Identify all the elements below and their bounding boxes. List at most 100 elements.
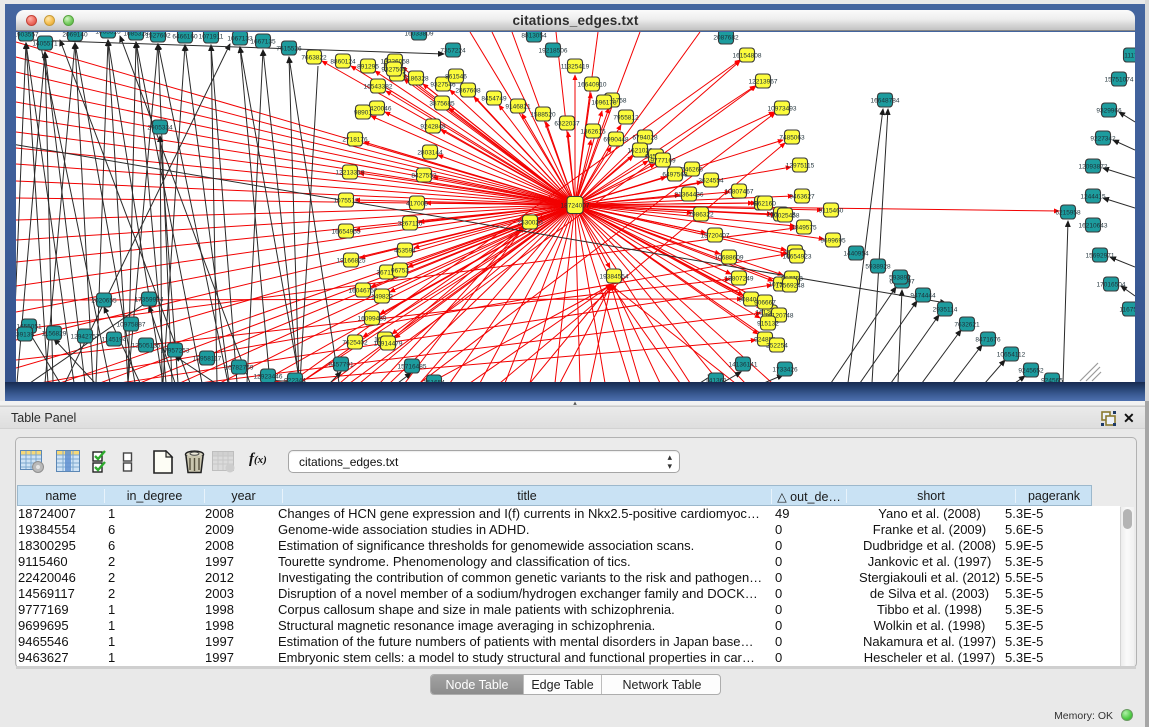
- svg-text:9474444: 9474444: [910, 292, 936, 299]
- svg-text:18807249: 18807249: [725, 275, 754, 282]
- svg-text:1096178: 1096178: [591, 99, 617, 106]
- svg-text:1588520: 1588520: [530, 111, 556, 118]
- svg-text:12942757: 12942757: [71, 333, 100, 340]
- svg-text:16654923: 16654923: [783, 253, 812, 260]
- svg-text:6990448: 6990448: [603, 136, 629, 143]
- svg-text:14136141: 14136141: [729, 361, 758, 368]
- svg-text:8186328: 8186328: [403, 75, 429, 82]
- svg-text:1075512: 1075512: [333, 197, 359, 204]
- svg-text:7357224: 7357224: [440, 47, 466, 54]
- svg-text:16154808: 16154808: [733, 52, 762, 59]
- svg-text:12213967: 12213967: [749, 78, 778, 85]
- svg-text:16210643: 16210643: [1079, 222, 1108, 229]
- svg-text:2020655: 2020655: [91, 297, 117, 304]
- svg-text:16543382: 16543382: [364, 83, 393, 90]
- svg-text:10654112: 10654112: [997, 351, 1026, 358]
- svg-text:2905334: 2905334: [147, 124, 173, 131]
- svg-text:11325419: 11325419: [561, 63, 590, 70]
- svg-text:9242848: 9242848: [420, 123, 446, 130]
- svg-text:8471676: 8471676: [975, 336, 1001, 343]
- svg-text:7663822: 7663822: [301, 54, 327, 61]
- svg-text:1156829: 1156829: [42, 330, 67, 337]
- svg-text:1849575: 1849575: [791, 224, 817, 231]
- svg-text:417006: 417006: [406, 200, 428, 207]
- svg-text:891295: 891295: [357, 63, 379, 70]
- svg-text:6215958: 6215958: [1055, 209, 1081, 216]
- svg-text:9227342: 9227342: [1090, 135, 1116, 142]
- svg-text:1244415: 1244415: [1080, 193, 1106, 200]
- svg-text:1405571: 1405571: [32, 40, 58, 47]
- svg-text:9329966: 9329966: [1096, 107, 1122, 114]
- svg-text:9115460: 9115460: [819, 207, 844, 214]
- svg-text:9327505: 9327505: [381, 66, 407, 73]
- svg-text:19218506: 19218506: [539, 47, 568, 54]
- svg-text:7515526: 7515526: [276, 45, 302, 52]
- svg-text:2069140: 2069140: [62, 32, 88, 38]
- svg-text:922344: 922344: [284, 377, 306, 382]
- svg-text:2803144: 2803144: [417, 149, 443, 156]
- svg-text:9777169: 9777169: [650, 157, 676, 164]
- svg-text:16654955: 16654955: [332, 228, 361, 235]
- svg-text:15692971: 15692971: [1086, 252, 1115, 259]
- svg-text:1067133: 1067133: [227, 35, 253, 42]
- svg-text:861546: 861546: [445, 73, 467, 80]
- svg-text:6794028: 6794028: [632, 134, 658, 141]
- svg-text:1903557: 1903557: [16, 32, 39, 38]
- svg-text:924565: 924565: [1041, 377, 1063, 382]
- svg-text:17359924: 17359924: [135, 296, 164, 303]
- svg-text:17569248: 17569248: [776, 282, 805, 289]
- svg-text:15751074: 15751074: [1105, 76, 1134, 83]
- svg-text:15720407: 15720407: [701, 232, 730, 239]
- svg-text:1145194: 1145194: [102, 336, 127, 343]
- svg-text:906667: 906667: [754, 299, 776, 306]
- svg-text:2867608: 2867608: [455, 87, 481, 94]
- svg-text:8813054: 8813054: [521, 32, 547, 39]
- svg-text:8427552: 8427552: [411, 172, 437, 179]
- svg-text:2935114: 2935114: [933, 306, 958, 313]
- svg-text:8860124: 8860124: [330, 58, 356, 65]
- svg-text:453594: 453594: [394, 247, 416, 254]
- svg-text:2530020: 2530020: [517, 219, 543, 226]
- svg-text:9146821: 9146821: [505, 103, 531, 110]
- svg-text:19166825: 19166825: [337, 257, 366, 264]
- svg-text:7625402: 7625402: [342, 339, 368, 346]
- svg-text:3624554: 3624554: [698, 177, 724, 184]
- svg-text:16640910: 16640910: [578, 81, 607, 88]
- svg-text:18724007: 18724007: [561, 202, 590, 209]
- svg-text:12093872: 12093872: [1079, 163, 1108, 170]
- svg-text:1362615: 1362615: [580, 128, 606, 135]
- svg-text:7955812: 7955812: [613, 114, 639, 121]
- svg-text:17957253: 17957253: [161, 347, 190, 354]
- svg-text:1063313: 1063313: [95, 32, 121, 35]
- svg-text:39139: 39139: [16, 331, 34, 338]
- svg-text:6466160: 6466160: [172, 33, 198, 40]
- svg-text:1117: 1117: [1124, 52, 1135, 59]
- svg-text:12975115: 12975115: [786, 162, 815, 169]
- svg-text:98901: 98901: [354, 109, 372, 116]
- svg-text:3875685: 3875685: [429, 100, 455, 107]
- svg-text:19384554: 19384554: [600, 273, 629, 280]
- svg-text:9457791: 9457791: [328, 361, 354, 368]
- svg-text:16648784: 16648784: [871, 97, 900, 104]
- svg-text:12213319: 12213319: [336, 169, 365, 176]
- svg-text:1733426: 1733426: [772, 366, 798, 373]
- svg-text:16033809: 16033809: [405, 32, 434, 37]
- svg-text:2718176: 2718176: [342, 136, 368, 143]
- svg-text:16099489: 16099489: [358, 315, 387, 322]
- svg-text:17016504: 17016504: [1097, 281, 1126, 288]
- svg-text:116753: 116753: [1119, 306, 1135, 313]
- svg-text:1667135: 1667135: [250, 38, 276, 45]
- svg-text:12505135: 12505135: [132, 342, 161, 349]
- svg-text:7632621: 7632621: [954, 321, 980, 328]
- svg-text:8454749: 8454749: [481, 95, 507, 102]
- svg-text:141361: 141361: [705, 377, 727, 382]
- svg-text:1440954: 1440954: [843, 250, 869, 257]
- svg-text:12923446: 12923446: [254, 373, 283, 380]
- svg-text:5938928: 5938928: [865, 263, 891, 270]
- svg-text:252254: 252254: [766, 342, 788, 349]
- svg-text:16782759: 16782759: [225, 364, 254, 371]
- svg-text:1071911: 1071911: [199, 33, 224, 40]
- svg-text:96753: 96753: [391, 267, 409, 274]
- svg-text:593892: 593892: [889, 274, 911, 281]
- svg-text:10973493: 10973493: [768, 105, 797, 112]
